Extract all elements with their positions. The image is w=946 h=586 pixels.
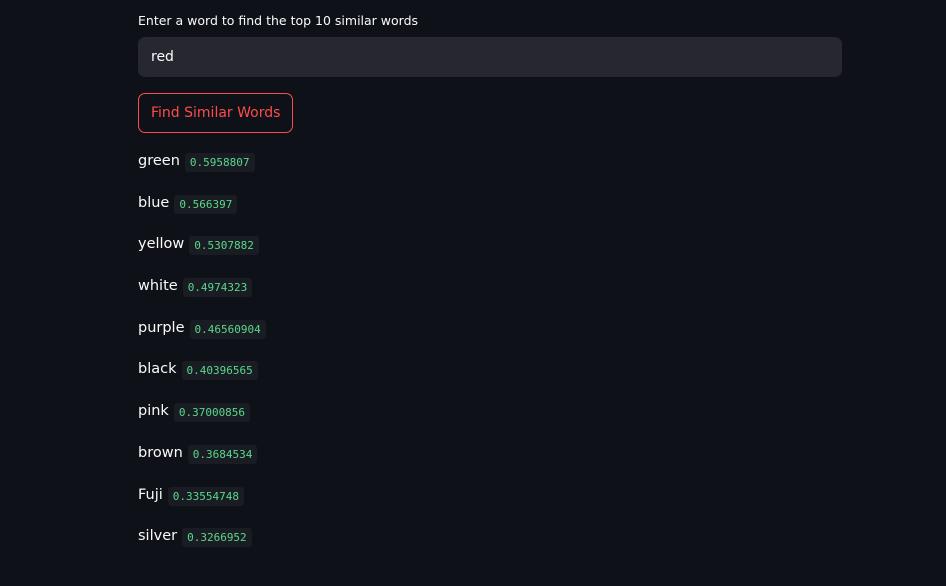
result-item: white 0.4974323 — [138, 270, 842, 312]
result-score: 0.566397 — [174, 194, 238, 214]
result-word: brown — [138, 444, 183, 461]
result-score: 0.3684534 — [187, 444, 258, 464]
result-item: Fuji 0.33554748 — [138, 479, 842, 521]
find-similar-words-button[interactable]: Find Similar Words — [138, 93, 294, 133]
result-word: green — [138, 153, 180, 169]
result-item: pink 0.37000856 — [138, 395, 842, 437]
result-word: Fuji — [138, 486, 163, 503]
result-word: white — [138, 278, 178, 295]
result-score: 0.37000856 — [173, 403, 251, 423]
result-score: 0.3266952 — [182, 528, 252, 548]
word-input[interactable] — [138, 37, 842, 77]
result-item: blue 0.566397 — [138, 187, 842, 229]
result-word: blue — [138, 194, 170, 211]
result-word: silver — [138, 528, 178, 545]
result-score: 0.5958807 — [184, 153, 255, 172]
results-list: green 0.5958807 blue 0.566397 yellow 0.5… — [138, 145, 842, 562]
result-item: black 0.40396565 — [138, 353, 842, 395]
result-word: yellow — [138, 236, 185, 253]
result-score: 0.4974323 — [182, 278, 253, 298]
result-score: 0.40396565 — [181, 361, 258, 381]
result-item: green 0.5958807 — [138, 145, 842, 187]
result-score: 0.46560904 — [189, 319, 266, 339]
result-word: purple — [138, 319, 185, 336]
result-word: pink — [138, 403, 169, 420]
word-input-label: Enter a word to find the top 10 similar … — [138, 13, 419, 28]
result-item: yellow 0.5307882 — [138, 228, 842, 270]
result-score: 0.33554748 — [167, 486, 245, 506]
result-score: 0.5307882 — [189, 236, 259, 256]
result-word: black — [138, 361, 177, 378]
result-item: purple 0.46560904 — [138, 312, 842, 354]
result-item: brown 0.3684534 — [138, 437, 842, 479]
result-item: silver 0.3266952 — [138, 520, 842, 562]
